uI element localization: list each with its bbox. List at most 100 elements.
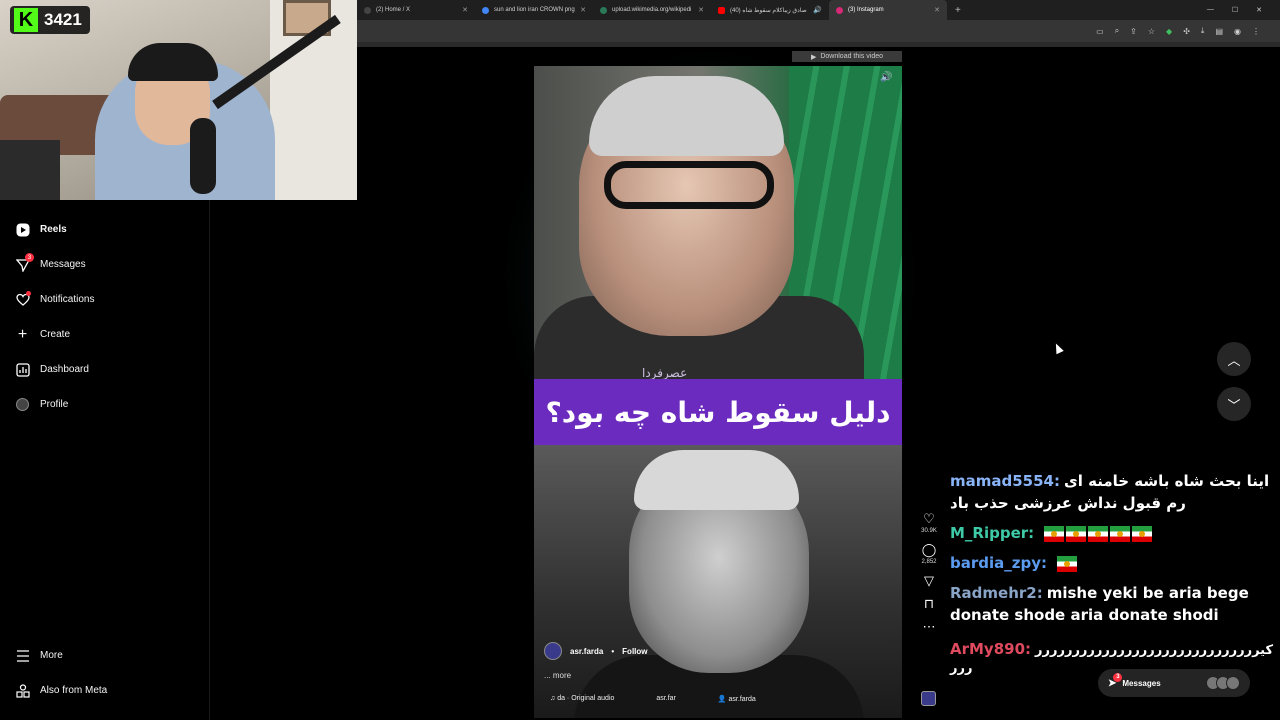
sidebar-item-notifications[interactable]: Notifications [15,291,95,307]
close-tab-icon[interactable]: ✕ [462,6,468,14]
channel-watermark: عصرفردا [642,366,688,380]
portrait-hair [634,450,799,510]
cast-icon[interactable]: ▭ [1096,27,1104,36]
avatar [1226,676,1240,690]
stream-chat-overlay: mamad5554: اینا بحث شاه باشه خامنه ای رم … [950,470,1275,686]
hamburger-menu-icon [15,648,30,663]
meta-apps-icon [15,683,30,698]
messages-badge: 3 [1113,672,1123,682]
chat-username: ArMy890: [950,640,1032,658]
sidebar-item-label: Profile [40,399,69,410]
iran-flag-emoji-icon [1066,525,1087,542]
tagged-user[interactable]: 👤 asr.farda [718,695,756,703]
next-reel-button[interactable]: ﹀ [1217,387,1251,421]
chat-username: bardia_zpy: [950,554,1048,572]
conversation-avatars [1206,676,1240,690]
tab-instagram[interactable]: (3) Instagram ✕ [829,0,947,20]
messages-floating-button[interactable]: ➤ 3 Messages [1098,669,1250,697]
chat-message: M_Ripper: [950,522,1275,544]
profile-icon[interactable]: ◉ [1234,27,1241,36]
instagram-sidebar: Reels 3 Messages Notifications + Create … [0,200,210,720]
share-button[interactable]: ▽ [924,574,934,588]
audio-thumbnail[interactable] [921,691,936,706]
sidebar-item-label: Dashboard [40,364,89,375]
profile-avatar-icon [15,397,30,412]
sidebar-item-create[interactable]: + Create [15,326,70,343]
zoom-icon[interactable]: ⌕ [1115,26,1119,36]
tab-x-home[interactable]: (2) Home / X ✕ [357,0,475,20]
wikimedia-favicon-icon [600,6,607,14]
follow-button[interactable]: Follow [622,647,647,656]
tab-label: (3) Instagram [848,7,884,13]
chat-username: mamad5554: [950,472,1060,490]
dashboard-icon [15,362,30,377]
sidebar-item-more[interactable]: More [15,648,63,663]
chat-message: Radmehr2: mishe yeki be aria bege donate … [950,582,1275,626]
extension-icon[interactable]: ◆ [1166,27,1172,36]
sidebar-item-dashboard[interactable]: Dashboard [15,362,89,377]
webcam-chair [0,140,60,200]
sidebar-item-messages[interactable]: 3 Messages [15,253,86,272]
maximize-icon[interactable]: ☐ [1232,6,1238,14]
send-icon: ▽ [924,573,934,588]
reel-video[interactable]: عصرفردا دلیل سقوط شاه چه بود؟ [534,66,902,718]
close-tab-icon[interactable]: ✕ [580,6,586,14]
like-count: 30.9K [921,528,937,534]
author-name[interactable]: asr.farda [570,647,603,656]
browser-toolbar: ▭ ⌕ ⇪ ☆ ◆ ✣ ⤓ ▤ ◉ ⋮ [357,20,1280,42]
tab-wikimedia[interactable]: upload.wikimedia.org/wikipedi ✕ [593,0,711,20]
audio-playing-icon[interactable]: 🔊 [813,6,822,14]
menu-icon[interactable]: ⋮ [1252,27,1260,36]
sidebar-item-also-from-meta[interactable]: Also from Meta [15,683,107,698]
comment-button[interactable]: ◯ 2,852 [921,543,937,566]
sidebar-item-reels[interactable]: Reels [15,222,67,237]
comment-count: 2,852 [921,559,937,565]
chevron-down-icon: ﹀ [1227,397,1241,413]
microphone [190,118,216,194]
audio-user[interactable]: asr.far [656,695,675,703]
heart-icon: ♡ [923,511,935,526]
video-top-frame [534,66,902,386]
reel-audio-row: ♫ da · Original audio asr.far 👤 asr.fard… [550,695,756,703]
download-icon: ▶ [810,53,817,61]
sidebar-item-profile[interactable]: Profile [15,397,68,412]
bookmark-star-icon[interactable]: ☆ [1148,27,1155,36]
bookmark-icon: ⊓ [923,596,935,611]
previous-reel-button[interactable]: ︿ [1217,342,1251,376]
messenger-icon: 3 [15,253,34,272]
audio-label: da · Original audio [557,695,615,702]
tab-youtube[interactable]: (40) صادق زیباکلام سقوط شاه 🔊 [711,0,829,20]
sidebar-item-label: Notifications [40,294,95,305]
new-tab-button[interactable]: + [947,5,969,16]
tab-google-search[interactable]: sun and lion iran CROWN png ✕ [475,0,593,20]
download-icon[interactable]: ⤓ [1201,26,1205,36]
tab-label: (2) Home / X [376,7,411,13]
download-video-button[interactable]: ▶ Download this video [792,51,902,62]
sidebar-icon[interactable]: ▤ [1215,27,1223,36]
sidebar-item-label: Also from Meta [40,685,108,696]
close-tab-icon[interactable]: ✕ [698,6,704,14]
tab-label: upload.wikimedia.org/wikipedi [612,7,692,13]
caption-more-link[interactable]: ... more [544,671,571,680]
kick-logo-icon: K [14,8,38,32]
author-avatar[interactable] [544,642,562,660]
iran-flag-emoji-icon [1132,525,1153,542]
tab-label: (40) صادق زیباکلام سقوط شاه [730,7,807,14]
chat-message: bardia_zpy: [950,552,1275,574]
audio-link[interactable]: ♫ da · Original audio [550,695,614,703]
options-button[interactable]: ⋯ [923,620,936,634]
close-window-icon[interactable]: ✕ [1256,6,1262,14]
youtube-favicon-icon [718,6,725,14]
instagram-favicon-icon [836,6,843,14]
video-bottom-frame [534,445,902,718]
save-button[interactable]: ⊓ [924,597,934,611]
heart-icon [15,291,31,307]
download-label: Download this video [820,53,884,60]
share-icon[interactable]: ⇪ [1130,27,1137,36]
like-button[interactable]: ♡ 30.9K [921,511,937,535]
volume-icon[interactable]: 🔊 [880,72,892,83]
puzzle-icon[interactable]: ✣ [1183,27,1190,36]
minimize-icon[interactable]: — [1207,6,1214,14]
tab-label: sun and lion iran CROWN png [494,7,575,13]
close-tab-icon[interactable]: ✕ [934,6,940,14]
